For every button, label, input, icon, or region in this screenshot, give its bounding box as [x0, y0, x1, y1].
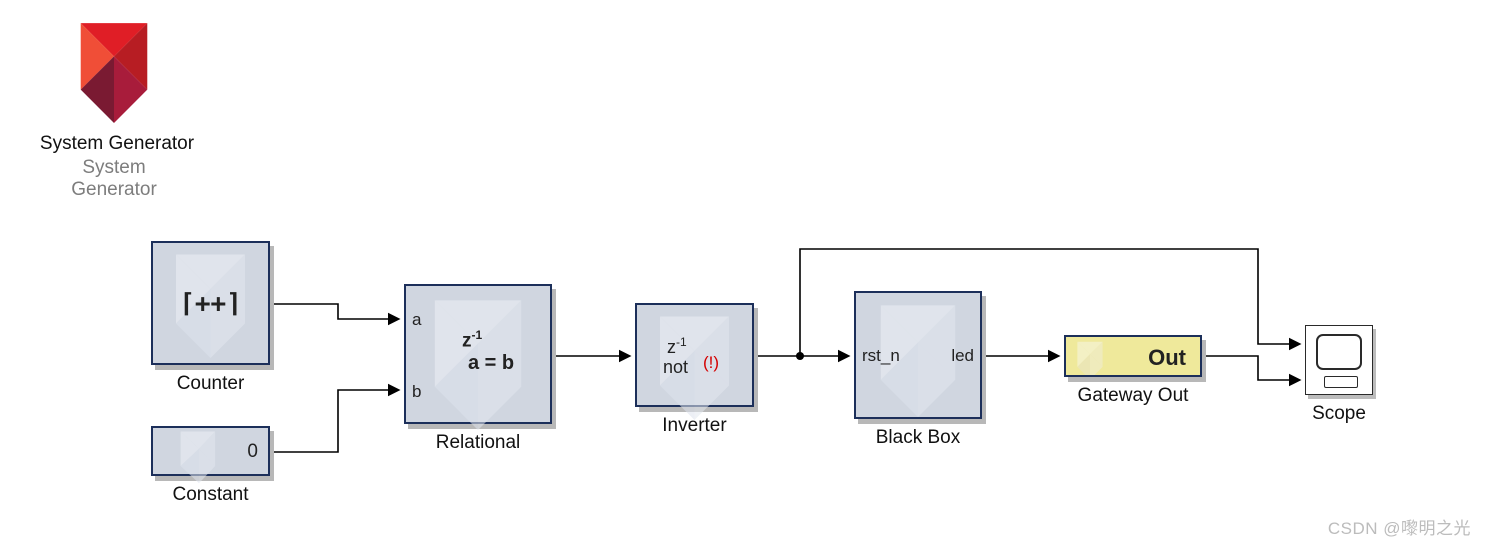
- blackbox-port-in: rst_n: [862, 346, 900, 366]
- relational-block[interactable]: a b z-1 a = b: [404, 284, 552, 424]
- relational-label: Relational: [404, 432, 552, 454]
- gatewayout-block[interactable]: Out: [1064, 335, 1202, 377]
- counter-symbol: ⌈++⌉: [153, 289, 268, 319]
- xilinx-logo-icon: [62, 18, 166, 126]
- sysgen-title: System Generator: [18, 133, 216, 155]
- blackbox-port-out: led: [951, 346, 974, 366]
- x-watermark-icon: [1072, 339, 1108, 375]
- watermark: CSDN @嚟明之光: [1328, 514, 1471, 539]
- relational-port-b: b: [412, 382, 421, 402]
- constant-label: Constant: [151, 484, 270, 506]
- inverter-warn: (!): [703, 353, 719, 373]
- counter-block[interactable]: ⌈++⌉: [151, 241, 270, 365]
- inverter-block[interactable]: z-1 not (!): [635, 303, 754, 407]
- scope-block[interactable]: [1305, 325, 1373, 395]
- inverter-label: Inverter: [635, 415, 754, 437]
- relational-expr: a = b: [468, 352, 514, 375]
- gatewayout-text: Out: [1148, 345, 1186, 371]
- sysgen-sub1: System: [62, 157, 166, 179]
- blackbox-label: Black Box: [854, 427, 982, 449]
- constant-value: 0: [247, 441, 258, 463]
- relational-z1: z-1: [462, 328, 482, 352]
- counter-label: Counter: [151, 373, 270, 395]
- scope-label: Scope: [1293, 403, 1385, 425]
- gatewayout-label: Gateway Out: [1064, 385, 1202, 407]
- blackbox-block[interactable]: rst_n led: [854, 291, 982, 419]
- inverter-op: not: [663, 357, 688, 378]
- sysgen-sub2: Generator: [62, 179, 166, 201]
- x-watermark-icon: [637, 305, 752, 420]
- relational-port-a: a: [412, 310, 421, 330]
- constant-block[interactable]: 0: [151, 426, 270, 476]
- inverter-z1: z-1: [667, 335, 687, 358]
- diagram-canvas: System Generator System Generator ⌈++⌉ C…: [0, 0, 1489, 545]
